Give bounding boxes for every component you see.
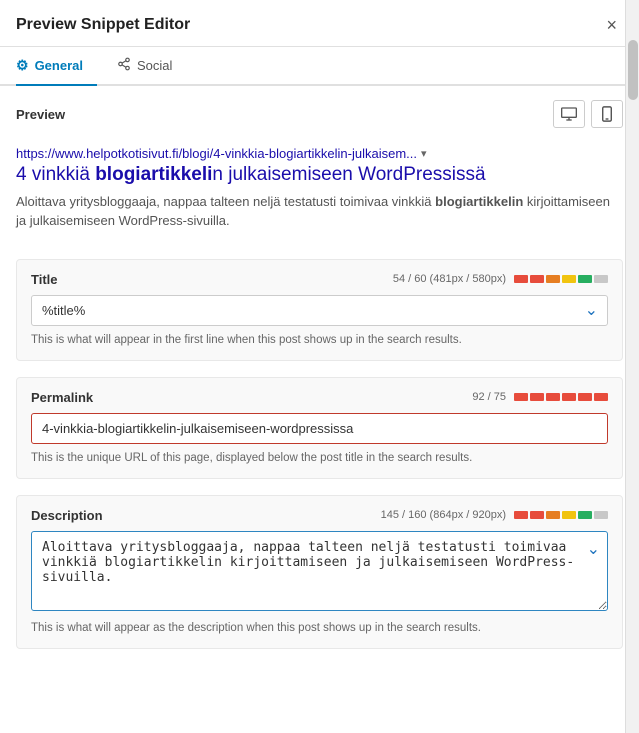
permalink-field-section: Permalink 92 / 75 This is the unique URL… [16,377,623,479]
pseg4 [562,393,576,401]
title-field-meta: 54 / 60 (481px / 580px) [393,273,608,285]
tab-general[interactable]: ⚙ General [16,47,97,86]
preview-url-link[interactable]: https://www.helpotkotisivut.fi/blogi/4-v… [16,146,417,161]
preview-section: Preview https://www.helpotkotisivut.fi/b… [0,86,639,259]
description-field-hint: This is what will appear as the descript… [31,622,608,634]
seg5 [578,275,592,283]
desktop-icon [561,107,577,121]
description-dropdown-arrow[interactable]: ⌄ [587,539,600,559]
description-field-section: Description 145 / 160 (864px / 920px) Al… [16,495,623,649]
permalink-char-count: 92 / 75 [472,391,506,403]
pseg3 [546,393,560,401]
dseg5 [578,511,592,519]
google-preview: https://www.helpotkotisivut.fi/blogi/4-v… [16,138,623,245]
dialog-header: Preview Snippet Editor × [0,0,639,47]
pseg2 [530,393,544,401]
pseg6 [594,393,608,401]
title-field-section: Title 54 / 60 (481px / 580px) %title% ⌄ … [16,259,623,361]
preview-title: 4 vinkkiä blogiartikkelin julkaisemiseen… [16,163,623,188]
permalink-field-meta: 92 / 75 [472,391,608,403]
title-field-header: Title 54 / 60 (481px / 580px) [31,272,608,287]
dseg6 [594,511,608,519]
title-progress-bar [514,275,608,283]
permalink-field-hint: This is the unique URL of this page, dis… [31,452,608,464]
share-icon [117,57,131,74]
seg6 [594,275,608,283]
title-char-count: 54 / 60 (481px / 580px) [393,273,506,285]
pseg1 [514,393,528,401]
tab-general-label: General [35,58,83,73]
description-field-header: Description 145 / 160 (864px / 920px) [31,508,608,523]
description-textarea[interactable]: Aloittava yritysbloggaaja, nappaa taltee… [31,531,608,611]
title-input[interactable]: %title% [31,295,608,326]
dialog-title: Preview Snippet Editor [16,16,190,34]
title-input-wrapper: %title% ⌄ [31,295,608,326]
dseg3 [546,511,560,519]
seg2 [530,275,544,283]
mobile-view-button[interactable] [591,100,623,128]
dseg2 [530,511,544,519]
gear-icon: ⚙ [16,57,29,74]
desktop-view-button[interactable] [553,100,585,128]
pseg5 [578,393,592,401]
dseg4 [562,511,576,519]
preview-url-row: https://www.helpotkotisivut.fi/blogi/4-v… [16,146,623,161]
scrollbar-thumb[interactable] [628,40,638,100]
preview-description: Aloittava yritysbloggaaja, nappaa taltee… [16,192,623,231]
description-field-label: Description [31,508,103,523]
permalink-progress-bar [514,393,608,401]
tab-social[interactable]: Social [117,47,186,86]
url-dropdown-arrow[interactable]: ▾ [421,147,427,160]
view-toggle [553,100,623,128]
permalink-input[interactable] [31,413,608,444]
dseg1 [514,511,528,519]
permalink-field-label: Permalink [31,390,93,405]
seg4 [562,275,576,283]
description-field-meta: 145 / 160 (864px / 920px) [381,509,608,521]
tabs-bar: ⚙ General Social [0,47,639,86]
seg3 [546,275,560,283]
description-input-wrapper: Aloittava yritysbloggaaja, nappaa taltee… [31,531,608,614]
permalink-field-header: Permalink 92 / 75 [31,390,608,405]
seg1 [514,275,528,283]
scrollbar[interactable] [625,0,639,733]
description-progress-bar [514,511,608,519]
mobile-icon [602,106,612,122]
tab-social-label: Social [137,58,172,73]
preview-label: Preview [16,100,623,128]
close-button[interactable]: × [600,14,623,36]
title-field-label: Title [31,272,58,287]
title-field-hint: This is what will appear in the first li… [31,334,608,346]
description-char-count: 145 / 160 (864px / 920px) [381,509,506,521]
